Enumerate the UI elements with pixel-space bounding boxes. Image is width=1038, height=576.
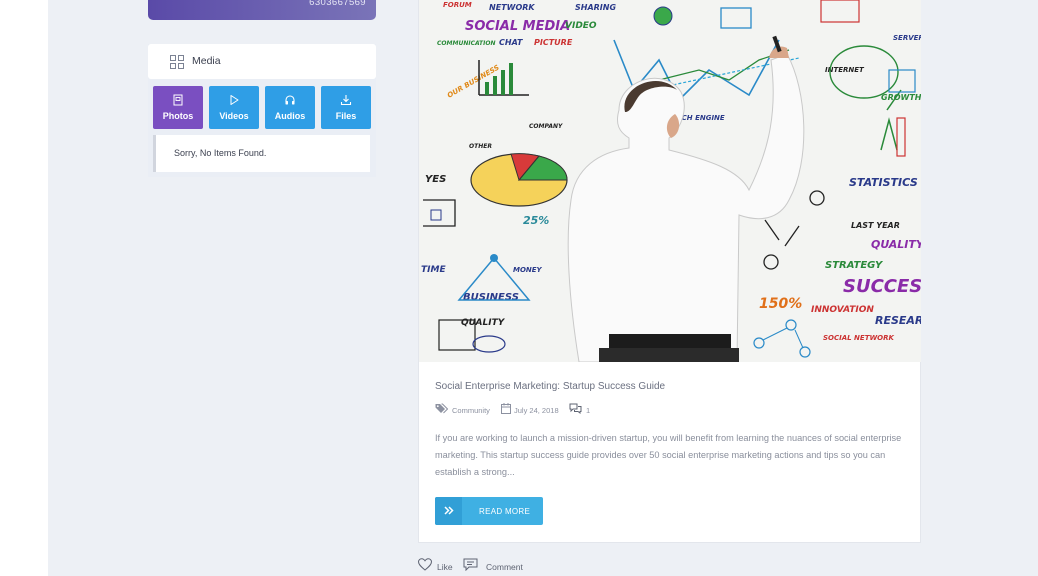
profile-number: 6303667569 bbox=[309, 0, 366, 8]
comments-count: 1 bbox=[586, 406, 591, 415]
post-actions: Like Comment bbox=[418, 558, 618, 576]
img-word: SOCIAL MEDIA bbox=[465, 19, 570, 34]
post-title[interactable]: Social Enterprise Marketing: Startup Suc… bbox=[435, 381, 665, 392]
img-word: INNOVATION bbox=[811, 305, 874, 315]
profile-card: 6303667569 bbox=[148, 0, 376, 20]
tab-audios[interactable]: Audios bbox=[265, 86, 315, 129]
img-word: SUCCESS bbox=[843, 276, 921, 297]
post-excerpt: If you are working to launch a mission-d… bbox=[435, 433, 902, 477]
img-word: GROWTH bbox=[881, 93, 921, 102]
img-word: YES bbox=[425, 174, 446, 185]
calendar-icon bbox=[501, 403, 511, 414]
img-word: LAST YEAR bbox=[851, 221, 900, 230]
img-word: QUALITY bbox=[871, 238, 921, 251]
img-word: STRATEGY bbox=[825, 260, 884, 271]
comment-label: Comment bbox=[486, 562, 523, 572]
play-icon bbox=[230, 95, 239, 105]
comment-icon bbox=[463, 558, 478, 571]
img-word: TIME bbox=[421, 265, 446, 275]
img-word: RESEARCH bbox=[875, 314, 921, 327]
empty-state: Sorry, No Items Found. bbox=[153, 135, 370, 172]
img-word: 150% bbox=[759, 296, 802, 312]
media-panel: Media Photos Videos Audios Files Sorry, … bbox=[148, 44, 376, 177]
img-word: STATISTICS bbox=[849, 176, 918, 189]
img-word: COMMUNICATION bbox=[437, 40, 496, 47]
download-icon bbox=[340, 95, 352, 106]
img-word: OTHER bbox=[469, 143, 492, 150]
img-word: FORUM bbox=[443, 1, 472, 9]
date-label: July 24, 2018 bbox=[514, 406, 559, 415]
grid-icon bbox=[170, 55, 184, 69]
double-chevron-right-icon bbox=[444, 506, 454, 515]
read-more-button[interactable]: READ MORE bbox=[435, 497, 543, 525]
media-tabs: Photos Videos Audios Files bbox=[153, 86, 373, 129]
img-word: VIDEO bbox=[565, 21, 597, 31]
img-word: NETWORK bbox=[489, 3, 535, 12]
tab-audios-label: Audios bbox=[274, 111, 306, 121]
whiteboard-illustration: SOCIAL MEDIA VIDEO NETWORK SHARING FORUM… bbox=[419, 0, 921, 362]
tab-files-label: Files bbox=[335, 111, 357, 121]
tab-videos[interactable]: Videos bbox=[209, 86, 259, 129]
heart-icon bbox=[418, 558, 432, 571]
img-word: CHAT bbox=[499, 38, 523, 47]
img-word: BUSINESS bbox=[463, 292, 519, 303]
img-word: PICTURE bbox=[534, 38, 573, 47]
like-label: Like bbox=[437, 562, 453, 572]
media-header: Media bbox=[148, 44, 376, 79]
tab-photos[interactable]: Photos bbox=[153, 86, 203, 129]
img-word: COMPANY bbox=[529, 123, 563, 130]
img-word: MONEY bbox=[513, 266, 543, 274]
tab-videos-label: Videos bbox=[219, 111, 249, 121]
tags-icon bbox=[435, 403, 448, 414]
headphones-icon bbox=[285, 95, 295, 105]
empty-message: Sorry, No Items Found. bbox=[174, 148, 267, 158]
tab-photos-label: Photos bbox=[162, 111, 194, 121]
img-word: SOCIAL NETWORK bbox=[823, 334, 895, 342]
tab-files[interactable]: Files bbox=[321, 86, 371, 129]
category-label: Community bbox=[452, 406, 490, 415]
post-image[interactable]: SOCIAL MEDIA VIDEO NETWORK SHARING FORUM… bbox=[419, 0, 921, 362]
comments-icon bbox=[569, 403, 582, 414]
read-more-icon-box bbox=[435, 497, 462, 525]
photo-icon bbox=[173, 94, 183, 106]
post-card: SOCIAL MEDIA VIDEO NETWORK SHARING FORUM… bbox=[418, 0, 921, 543]
media-title: Media bbox=[192, 55, 221, 67]
img-word: SHARING bbox=[575, 3, 616, 12]
read-more-label: READ MORE bbox=[479, 507, 531, 516]
img-word: 25% bbox=[523, 214, 549, 227]
img-word: SERVER bbox=[893, 34, 921, 42]
